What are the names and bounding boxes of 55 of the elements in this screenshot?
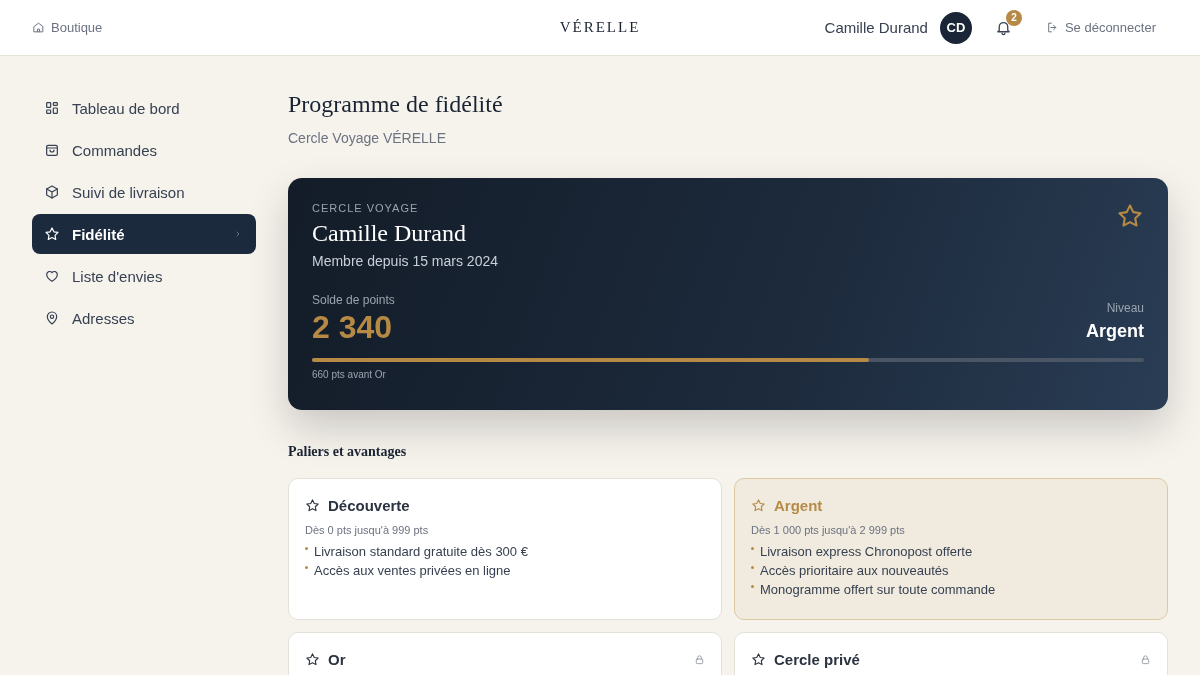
tier-title: Or [328, 651, 346, 668]
notification-badge: 2 [1005, 9, 1022, 26]
page-title: Programme de fidélité [288, 90, 504, 119]
lock-icon [694, 654, 705, 665]
star-icon [751, 498, 766, 513]
lock-icon [1140, 654, 1151, 665]
benefit-text: Livraison standard gratuite dès 300 € [314, 544, 528, 559]
grid-icon [44, 100, 60, 116]
tier-title: Argent [774, 497, 823, 514]
star-icon [305, 652, 320, 667]
bullet-icon [751, 585, 754, 588]
member-name: Camille Durand [312, 220, 467, 247]
shop-link[interactable]: Boutique [32, 20, 103, 35]
star-icon [751, 652, 766, 667]
star-icon [44, 226, 60, 242]
star-icon [1116, 202, 1144, 230]
member-since: Membre depuis 15 mars 2024 [312, 253, 498, 269]
bag-icon [44, 142, 60, 158]
bullet-icon [751, 566, 754, 569]
tier-range: Dès 1 000 pts jusqu'à 2 999 pts [751, 524, 906, 536]
sidebar-item[interactable]: Tableau de bord [32, 88, 256, 128]
balance-label: Solde de points [312, 293, 395, 307]
brand-logo[interactable]: VÉRELLE [559, 19, 641, 36]
user-name: Camille Durand [824, 19, 928, 36]
heart-icon [44, 268, 60, 284]
tier-range: Dès 0 pts jusqu'à 999 pts [305, 524, 430, 536]
benefit-text: Accès aux ventes privées en ligne [314, 563, 511, 578]
avatar[interactable]: CD [939, 11, 972, 44]
tier-title: Découverte [328, 497, 410, 514]
benefit-text: Livraison express Chronopost offerte [760, 544, 973, 559]
sidebar-item[interactable]: Fidélité [32, 214, 256, 254]
box-icon [44, 184, 60, 200]
bullet-icon [305, 566, 308, 569]
star-icon [305, 498, 320, 513]
page-subtitle: Cercle Voyage VÉRELLE [288, 130, 447, 146]
logout-button[interactable]: Se déconnecter [1031, 20, 1168, 35]
sidebar-item[interactable]: Suivi de livraison [32, 172, 256, 212]
sidebar-item[interactable]: Adresses [32, 298, 256, 338]
card-eyebrow: CERCLE VOYAGE [312, 202, 420, 214]
sidebar-item[interactable]: Commandes [32, 130, 256, 170]
location-pin-icon [44, 310, 60, 326]
section-heading: Paliers et avantages [288, 444, 408, 460]
tier-name: Argent [1086, 321, 1144, 342]
tier-title: Cercle privé [774, 651, 860, 668]
progress-note: 660 pts avant Or [312, 369, 387, 380]
home-icon [32, 21, 45, 34]
sidebar-item[interactable]: Liste d'envies [32, 256, 256, 296]
bell-icon [995, 19, 1013, 36]
logout-icon [1045, 21, 1059, 34]
bullet-icon [751, 547, 754, 550]
tier-label: Niveau [1105, 301, 1144, 315]
benefit-text: Monogramme offert sur toute commande [760, 582, 996, 597]
points-balance: 2 340 [312, 309, 394, 346]
bullet-icon [305, 547, 308, 550]
benefit-text: Accès prioritaire aux nouveautés [760, 563, 949, 578]
